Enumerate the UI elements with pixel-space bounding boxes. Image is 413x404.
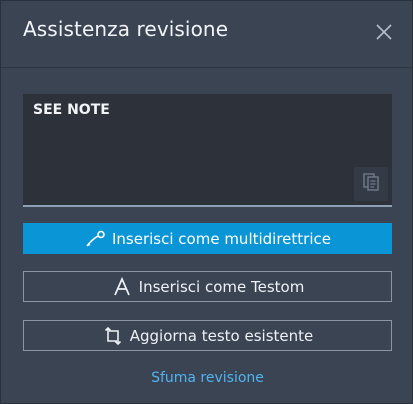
update-icon: [102, 325, 124, 347]
multileader-icon: [84, 228, 106, 250]
dismiss-revision-link[interactable]: Sfuma revisione: [1, 370, 413, 386]
copy-button[interactable]: [354, 167, 388, 201]
update-text-label: Aggiorna testo esistente: [129, 326, 314, 345]
insert-text-label: Inserisci come Testom: [138, 277, 305, 296]
insert-text-button[interactable]: Inserisci come Testom: [23, 271, 392, 302]
revision-text-value: SEE NOTE: [33, 102, 110, 118]
panel-header: Assistenza revisione: [1, 1, 412, 68]
revision-assist-panel: Assistenza revisione SEE NOTE Inserisci …: [0, 0, 413, 404]
text-icon: [111, 276, 133, 298]
revision-text-field[interactable]: SEE NOTE: [23, 94, 392, 207]
update-text-button[interactable]: Aggiorna testo esistente: [23, 320, 392, 351]
panel-title: Assistenza revisione: [23, 17, 229, 41]
copy-icon: [362, 172, 380, 196]
close-icon[interactable]: [374, 22, 394, 42]
insert-multileader-label: Inserisci come multidirettrice: [111, 229, 331, 248]
insert-multileader-button[interactable]: Inserisci come multidirettrice: [23, 223, 392, 254]
